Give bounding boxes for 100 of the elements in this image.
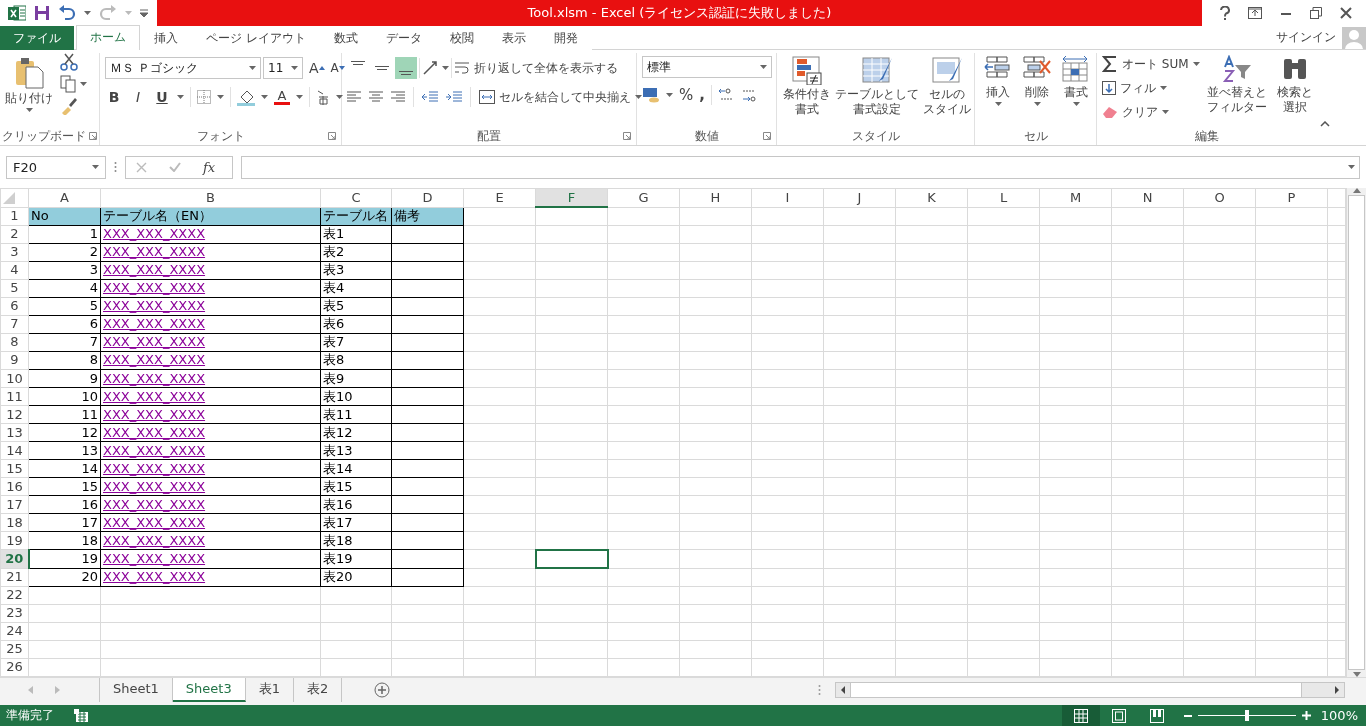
copy-icon[interactable] bbox=[60, 75, 76, 93]
dialog-launcher-icon[interactable] bbox=[328, 132, 336, 140]
style-button[interactable]: テーブルとして 書式設定 bbox=[834, 53, 920, 127]
hyperlink-cell[interactable]: XXX_XXX_XXXX bbox=[100, 495, 321, 514]
scissors-icon[interactable] bbox=[60, 53, 78, 71]
column-header[interactable]: F bbox=[535, 188, 608, 208]
slider-thumb[interactable] bbox=[1244, 710, 1249, 721]
accounting-icon[interactable] bbox=[642, 87, 660, 103]
sheet-tab[interactable]: Sheet3 bbox=[172, 678, 246, 702]
increase-decimal-icon[interactable] bbox=[717, 88, 734, 102]
italic-button[interactable]: I bbox=[129, 89, 147, 105]
help-icon[interactable] bbox=[1220, 6, 1230, 20]
dialog-launcher-icon[interactable] bbox=[623, 132, 631, 140]
hyperlink-cell[interactable]: XXX_XXX_XXXX bbox=[100, 531, 321, 550]
hyperlink-cell[interactable]: XXX_XXX_XXXX bbox=[100, 297, 321, 316]
customize-icon[interactable] bbox=[140, 9, 148, 17]
caret-icon[interactable] bbox=[177, 95, 184, 99]
cells-button[interactable]: 挿入 bbox=[980, 53, 1016, 127]
caret-icon[interactable] bbox=[1348, 165, 1355, 169]
normal-view-button[interactable] bbox=[1061, 705, 1100, 726]
bold-button[interactable]: B bbox=[105, 89, 123, 105]
hyperlink-cell[interactable]: XXX_XXX_XXXX bbox=[100, 513, 321, 532]
column-header[interactable]: O bbox=[1183, 188, 1256, 208]
hyperlink-cell[interactable]: XXX_XXX_XXXX bbox=[100, 279, 321, 298]
fill-color-icon[interactable] bbox=[237, 88, 255, 106]
phonetic-icon[interactable] bbox=[316, 89, 330, 105]
caret-icon[interactable] bbox=[994, 102, 1002, 106]
close-icon[interactable] bbox=[1340, 7, 1352, 19]
percent-button[interactable]: % bbox=[679, 86, 694, 104]
caret-up-icon[interactable] bbox=[318, 66, 325, 70]
column-header[interactable]: N bbox=[1111, 188, 1184, 208]
zoom-in-icon[interactable] bbox=[1301, 711, 1311, 720]
selected-cell[interactable] bbox=[535, 549, 608, 568]
brush-icon[interactable] bbox=[60, 97, 78, 115]
ribbon-display-icon[interactable] bbox=[1248, 7, 1262, 19]
hyperlink-cell[interactable]: XXX_XXX_XXXX bbox=[100, 405, 321, 424]
number-format-field[interactable]: 標準 bbox=[642, 56, 772, 78]
hyperlink-cell[interactable]: XXX_XXX_XXXX bbox=[100, 477, 321, 496]
hyperlink-cell[interactable]: XXX_XXX_XXXX bbox=[100, 369, 321, 388]
caret-icon[interactable] bbox=[291, 66, 298, 70]
decrease-indent-icon[interactable] bbox=[422, 91, 438, 103]
font-name-field[interactable]: ＭＳ Ｐゴシック bbox=[105, 57, 261, 79]
caret-icon[interactable] bbox=[92, 165, 99, 169]
caret-icon[interactable] bbox=[217, 95, 224, 99]
column-header[interactable]: J bbox=[823, 188, 896, 208]
wrap-text-button[interactable]: 折り返して全体を表示する bbox=[454, 59, 618, 77]
formula-input[interactable] bbox=[241, 155, 1360, 179]
font-size-field[interactable]: 11 bbox=[263, 57, 303, 79]
sheet-tab[interactable]: 表2 bbox=[294, 678, 343, 702]
hyperlink-cell[interactable]: XXX_XXX_XXXX bbox=[100, 441, 321, 460]
caret-icon[interactable] bbox=[25, 108, 33, 112]
undo-icon[interactable] bbox=[58, 5, 76, 21]
caret-icon[interactable] bbox=[760, 65, 767, 69]
restore-icon[interactable] bbox=[1310, 7, 1322, 19]
caret-icon[interactable] bbox=[1162, 110, 1169, 114]
grow-font-button[interactable]: A bbox=[309, 61, 325, 75]
cells-button[interactable]: 削除 bbox=[1019, 53, 1055, 127]
caret-icon[interactable] bbox=[1160, 86, 1167, 90]
fill-button[interactable]: フィル bbox=[1102, 77, 1200, 99]
dialog-launcher-icon[interactable] bbox=[89, 132, 97, 140]
caret-icon[interactable] bbox=[84, 11, 91, 15]
horizontal-scrollbar[interactable] bbox=[835, 682, 1345, 698]
caret-icon[interactable] bbox=[666, 93, 673, 97]
add-sheet-icon[interactable] bbox=[374, 682, 391, 698]
clear-button[interactable]: クリア bbox=[1102, 101, 1200, 123]
hyperlink-cell[interactable]: XXX_XXX_XXXX bbox=[100, 351, 321, 370]
vertical-scrollbar[interactable] bbox=[1346, 188, 1366, 677]
hyperlink-cell[interactable]: XXX_XXX_XXXX bbox=[100, 315, 321, 334]
ribbon-tab[interactable]: ホーム bbox=[76, 25, 140, 50]
insert-function-button[interactable]: fx bbox=[203, 159, 216, 175]
more-icon[interactable] bbox=[114, 161, 117, 173]
column-header[interactable]: L bbox=[967, 188, 1040, 208]
caret-icon[interactable] bbox=[338, 66, 345, 70]
caret-icon[interactable] bbox=[336, 95, 343, 99]
caret-icon[interactable] bbox=[635, 95, 642, 99]
font-color-button[interactable]: A bbox=[274, 89, 290, 105]
hyperlink-cell[interactable]: XXX_XXX_XXXX bbox=[100, 225, 321, 244]
hyperlink-cell[interactable]: XXX_XXX_XXXX bbox=[100, 387, 321, 406]
hyperlink-cell[interactable]: XXX_XXX_XXXX bbox=[100, 423, 321, 442]
merge-center-button[interactable]: セルを結合して中央揃え bbox=[479, 88, 642, 106]
bottom-align-button[interactable] bbox=[395, 57, 417, 79]
comma-button[interactable]: , bbox=[699, 86, 705, 104]
hyperlink-cell[interactable]: XXX_XXX_XXXX bbox=[100, 568, 321, 587]
macro-record-icon[interactable] bbox=[74, 709, 88, 722]
sheet-tab[interactable]: Sheet1 bbox=[100, 678, 173, 702]
scroll-up-icon[interactable] bbox=[1352, 188, 1361, 193]
name-box[interactable]: F20 bbox=[6, 155, 106, 179]
orientation-icon[interactable] bbox=[422, 60, 440, 76]
caret-icon[interactable] bbox=[1033, 102, 1041, 106]
column-header[interactable]: A bbox=[28, 188, 101, 208]
hyperlink-cell[interactable]: XXX_XXX_XXXX bbox=[100, 261, 321, 280]
check-icon[interactable] bbox=[169, 162, 181, 172]
sort-filter-button[interactable]: 並べ替えと フィルター bbox=[1203, 53, 1270, 127]
style-button[interactable]: セルの スタイル bbox=[922, 53, 972, 127]
excel-logo-icon[interactable] bbox=[8, 4, 26, 22]
shrink-font-button[interactable]: A bbox=[330, 61, 345, 75]
hyperlink-cell[interactable]: XXX_XXX_XXXX bbox=[100, 549, 321, 568]
column-header[interactable]: G bbox=[607, 188, 680, 208]
caret-icon[interactable] bbox=[80, 82, 87, 86]
sign-in-link[interactable]: サインイン bbox=[1276, 29, 1336, 46]
